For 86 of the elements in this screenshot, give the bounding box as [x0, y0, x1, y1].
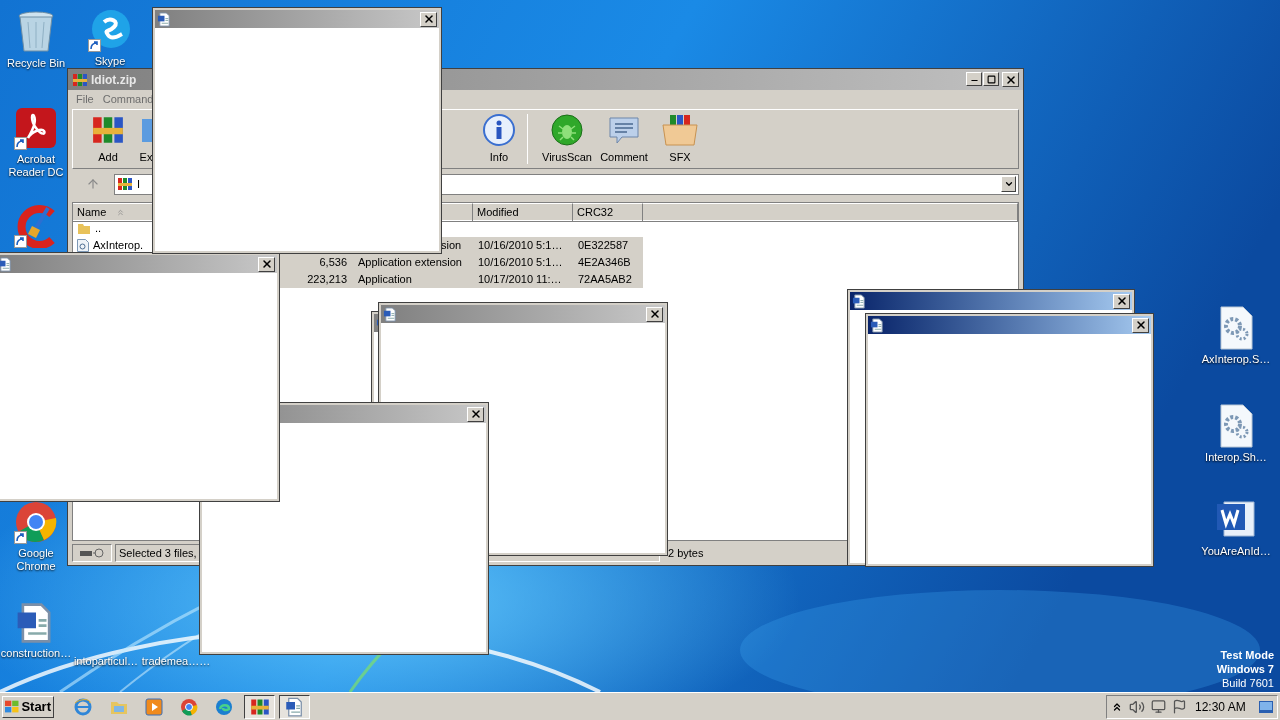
close-icon: [1134, 319, 1147, 331]
taskbar-button[interactable]: [244, 694, 275, 719]
close-icon: [260, 258, 273, 270]
os-notice-text: Test Mode: [1220, 648, 1274, 662]
network-icon[interactable]: [1151, 699, 1166, 714]
os-notice-text: Build 7601: [1222, 676, 1274, 690]
close-button[interactable]: [467, 406, 484, 422]
show-desktop-icon[interactable]: [1259, 700, 1273, 713]
shortcut-arrow-icon: [14, 235, 27, 248]
close-icon: [422, 13, 435, 25]
box-icon: [661, 113, 699, 147]
toolbar-button[interactable]: Add: [80, 111, 136, 167]
close-button[interactable]: [1002, 72, 1019, 87]
dropdown-button[interactable]: [1001, 176, 1016, 192]
clock[interactable]: 12:30 AM: [1195, 697, 1246, 716]
maximize-icon: [986, 74, 996, 84]
info-icon: [482, 113, 516, 147]
archive-icon: [117, 176, 133, 192]
folder-icon: [77, 222, 91, 235]
table-cell-text: 72AA5AB2: [578, 272, 632, 288]
table-cell-text: 223,213: [307, 272, 347, 288]
caret-icon: [1003, 179, 1014, 189]
desktop-icon-label[interactable]: Interop.Sh…: [1203, 451, 1269, 464]
window-title: Idiot.zip: [91, 71, 137, 89]
shortcut-arrow-icon: [14, 137, 27, 150]
table-cell-text: 0E322587: [578, 238, 629, 254]
drive-icon: [79, 548, 105, 558]
shortcut-arrow-icon: [14, 531, 27, 544]
archive-icon: [72, 71, 88, 88]
desktop-icon-label[interactable]: construction…: [0, 647, 74, 660]
os-notice-text: Windows 7: [1216, 662, 1274, 676]
toolbar-button[interactable]: Ex: [138, 111, 154, 167]
globe-icon: [74, 697, 92, 716]
document-icon: [284, 696, 305, 717]
desktop-icon-label[interactable]: AxInterop.S…: [1199, 353, 1273, 366]
table-cell-text: 10/16/2010 5:1…: [478, 255, 563, 271]
toolbar-button[interactable]: SFX: [652, 111, 708, 167]
windows-logo-icon: [5, 699, 20, 714]
desktop-icon-label[interactable]: Skype: [92, 55, 128, 68]
desktop-icon-label[interactable]: Recycle Bin: [4, 57, 68, 70]
close-button[interactable]: [258, 256, 275, 272]
close-icon: [1115, 295, 1128, 307]
toolbar-button[interactable]: VirusScan: [536, 111, 598, 167]
browser-icon: [180, 697, 198, 716]
maximize-button[interactable]: [983, 72, 999, 86]
bug-icon: [550, 113, 584, 147]
document-icon: [383, 306, 398, 322]
wave-browser-icon: [215, 697, 233, 716]
table-cell-text: 4E2A346B: [578, 255, 631, 271]
close-button[interactable]: [1132, 317, 1149, 333]
toolbar-button[interactable]: Info: [471, 111, 527, 167]
file-name[interactable]: AxInterop.: [93, 237, 144, 254]
desktop-icon-label[interactable]: YouAreAnId…: [1199, 545, 1273, 558]
close-button[interactable]: [420, 11, 437, 27]
column-header[interactable]: Modified: [473, 203, 573, 222]
start-button[interactable]: Start: [2, 695, 54, 718]
shortcut-arrow-icon: [88, 39, 101, 52]
desktop-icon-label[interactable]: Acrobat Reader DC: [6, 153, 66, 179]
document-icon: [870, 317, 885, 333]
table-cell-text: 6,536: [319, 255, 347, 271]
speaker-icon[interactable]: [1129, 698, 1145, 715]
file-name[interactable]: ..: [95, 220, 102, 237]
close-icon: [469, 408, 482, 420]
close-icon: [1004, 73, 1017, 86]
table-cell-text: 10/17/2010 11:…: [478, 272, 562, 288]
taskbar-button[interactable]: [279, 694, 310, 719]
toolbar-button[interactable]: Comment: [598, 111, 650, 167]
table-cell-text: Application extension: [358, 255, 462, 271]
status-text: 2 bytes: [667, 545, 704, 561]
play-icon: [145, 697, 163, 716]
table-cell-text: Application: [358, 272, 412, 288]
table-cell-text: sion: [441, 238, 462, 254]
gear-file-icon: [77, 239, 89, 252]
table-cell-text: 10/16/2010 5:1…: [478, 238, 563, 254]
column-header[interactable]: [643, 203, 1018, 222]
close-button[interactable]: [1113, 293, 1130, 309]
sort-arrow-icon: [116, 207, 126, 217]
document-icon: [157, 11, 172, 27]
document-icon: [852, 293, 867, 309]
close-button[interactable]: [646, 306, 663, 322]
file-row[interactable]: ..: [73, 220, 1018, 237]
column-header[interactable]: CRC32: [573, 203, 643, 222]
close-icon: [648, 308, 661, 320]
desktop-icon-label[interactable]: Google Chrome: [6, 547, 66, 573]
flag-icon[interactable]: [1172, 699, 1187, 714]
minimize-button[interactable]: [966, 72, 982, 86]
